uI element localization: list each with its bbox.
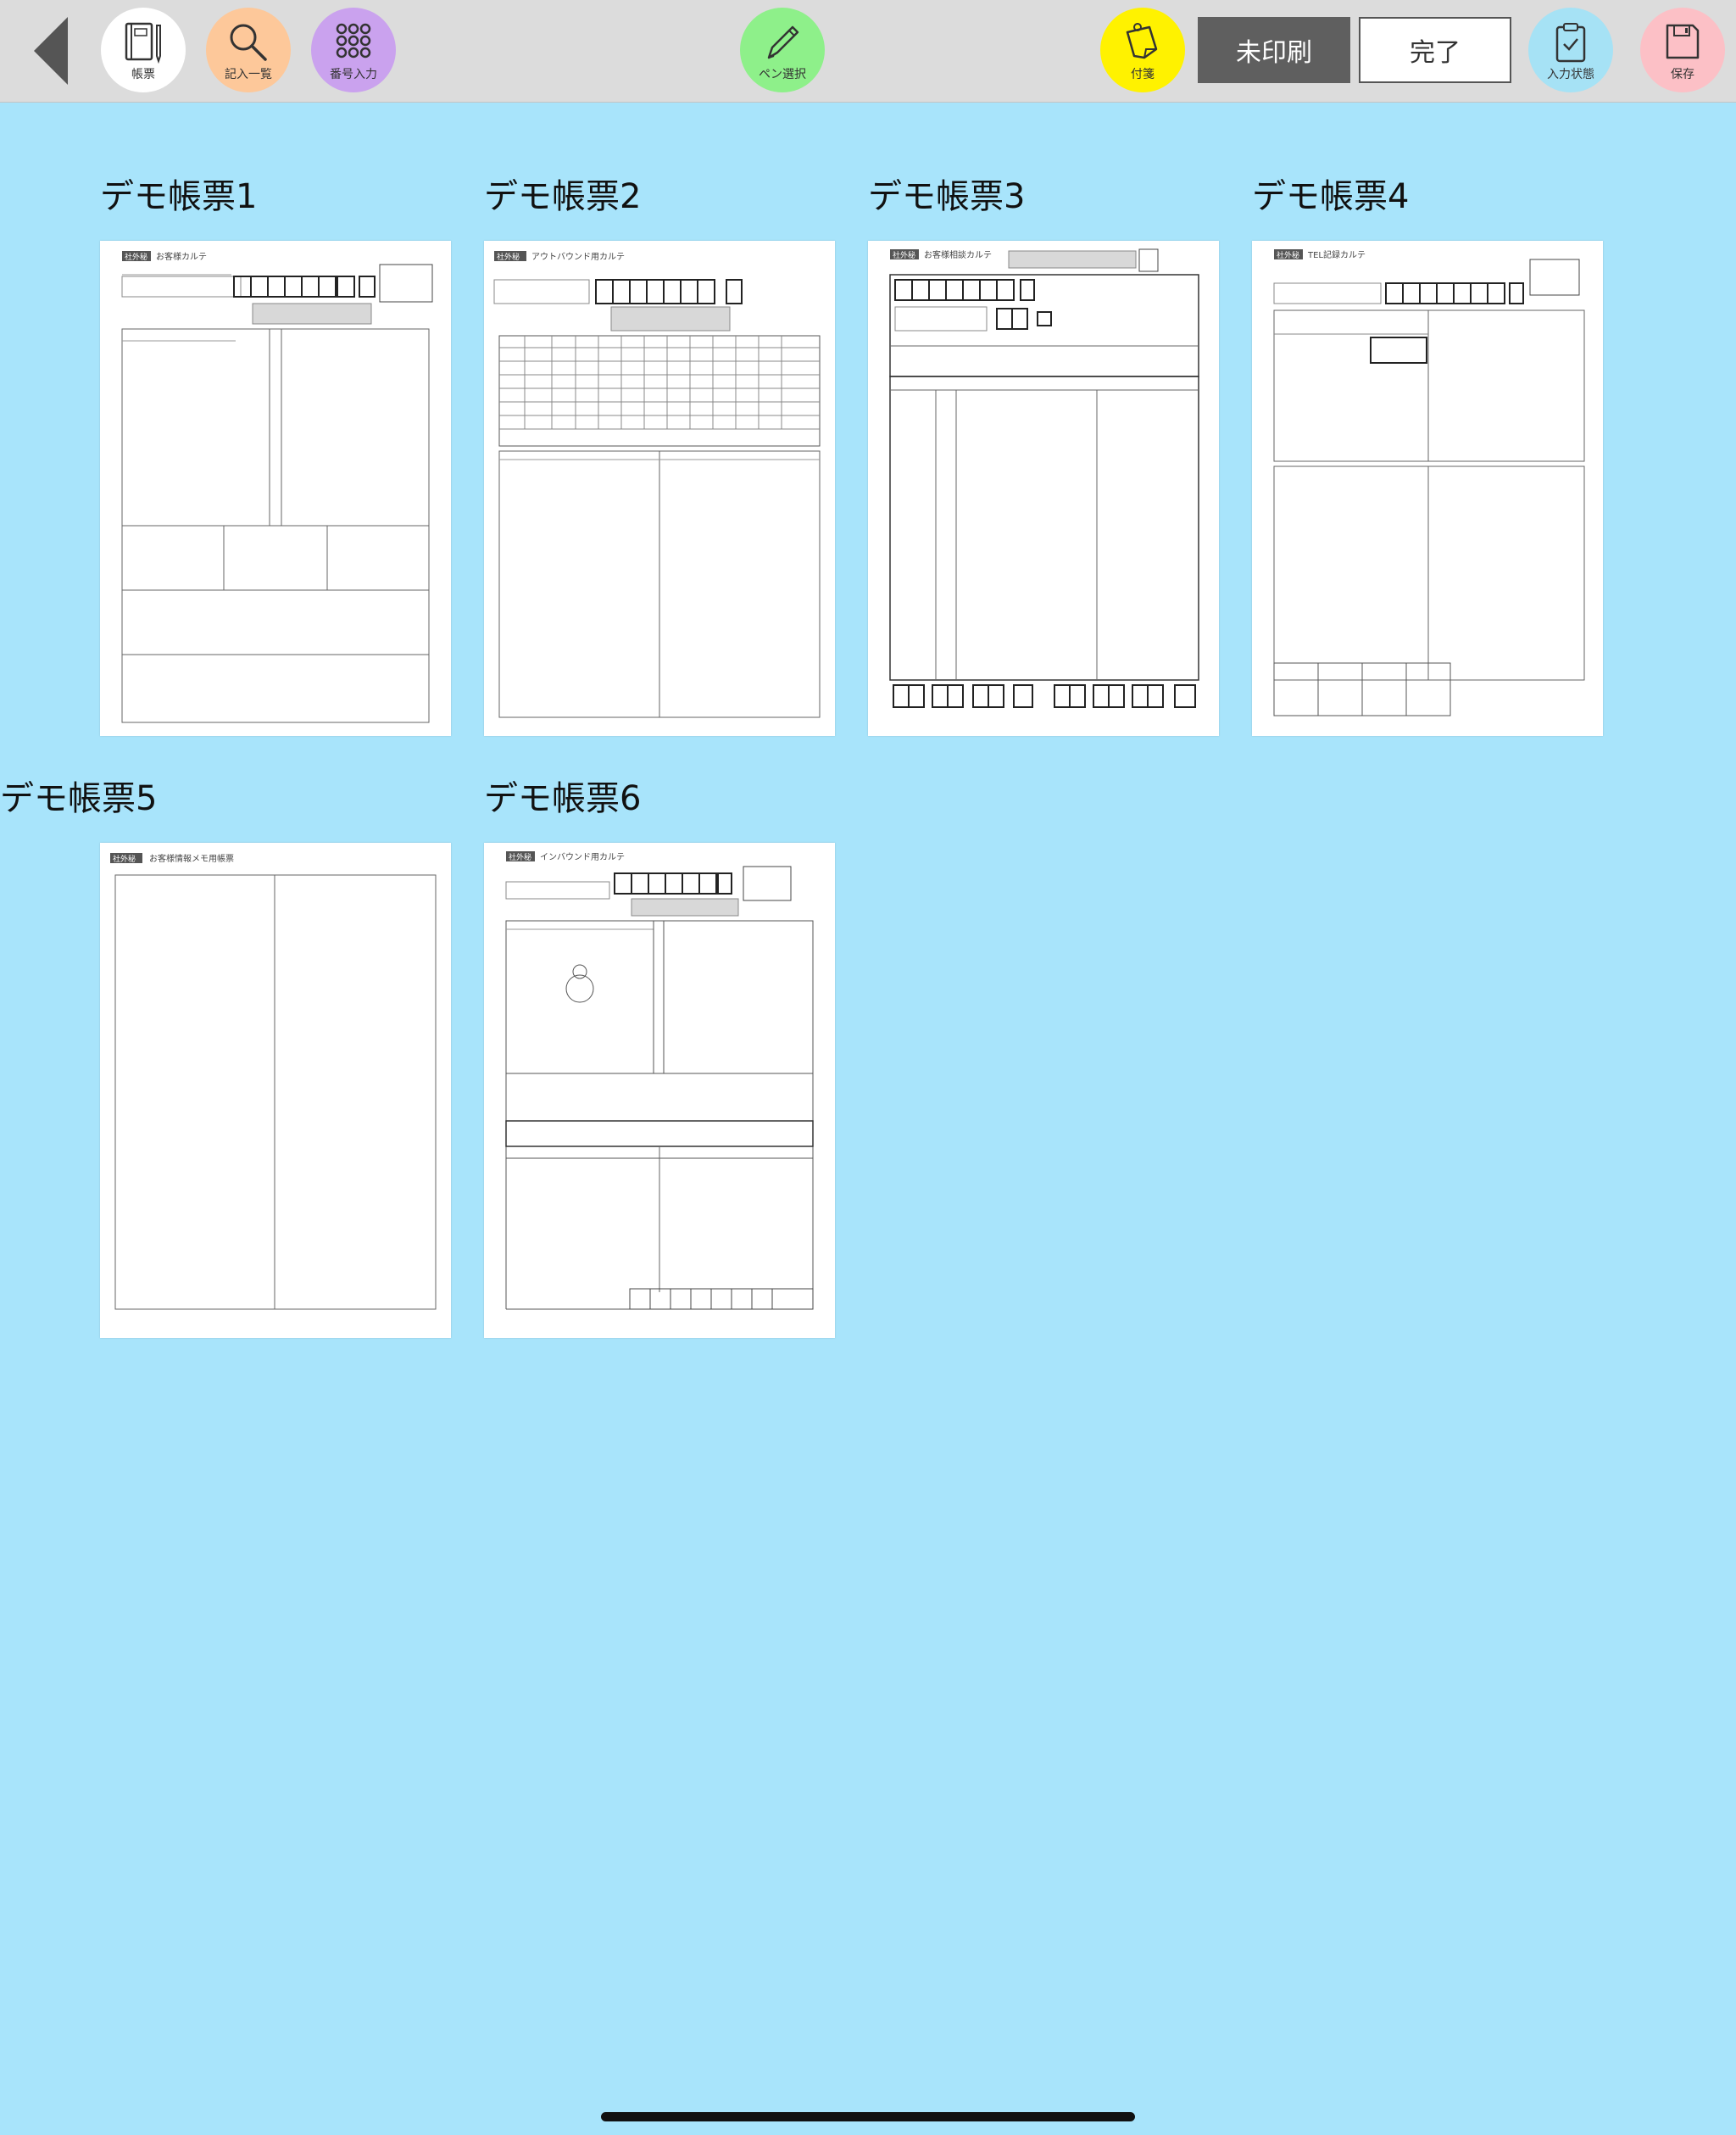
document-title-3[interactable]: デモ帳票3 [868, 176, 1025, 217]
back-triangle-icon [34, 17, 68, 85]
document-title-1[interactable]: デモ帳票1 [100, 176, 257, 217]
save-button[interactable]: 保存 [1640, 8, 1725, 92]
document-title-5[interactable]: デモ帳票5 [0, 778, 157, 819]
document-thumbnail-1[interactable]: 社外秘 お客様カルテ [100, 241, 451, 736]
document-thumbnail-4[interactable]: 社外秘 TEL記録カルテ [1252, 241, 1603, 736]
number-input-button-label: 番号入力 [330, 68, 377, 81]
svg-text:お客様情報メモ用帳票: お客様情報メモ用帳票 [149, 853, 234, 864]
pen-icon [767, 25, 799, 59]
clipboard-check-icon [1555, 23, 1586, 63]
input-status-button[interactable]: 入力状態 [1528, 8, 1613, 92]
home-indicator[interactable] [601, 2112, 1135, 2121]
entry-list-button-label: 記入一覧 [225, 68, 272, 81]
svg-text:お客様カルテ: お客様カルテ [156, 251, 207, 262]
svg-text:社外秘: 社外秘 [1277, 250, 1299, 260]
done-button[interactable]: 完了 [1359, 17, 1511, 83]
svg-text:アウトバウンド用カルテ: アウトバウンド用カルテ [531, 252, 625, 262]
pen-select-button[interactable]: ペン選択 [740, 8, 825, 92]
number-input-button[interactable]: 番号入力 [311, 8, 396, 92]
input-status-button-label: 入力状態 [1547, 68, 1594, 81]
form-button[interactable]: 帳票 [101, 8, 186, 92]
document-thumbnail-2[interactable]: 社外秘 アウトバウンド用カルテ [484, 241, 835, 736]
form-preview-5: 社外秘 お客様情報メモ用帳票 [110, 853, 437, 1310]
svg-text:社外秘: 社外秘 [893, 250, 915, 260]
svg-text:社外秘: 社外秘 [113, 854, 136, 864]
svg-text:社外秘: 社外秘 [509, 852, 531, 862]
sticky-note-button-label: 付箋 [1131, 68, 1155, 81]
top-toolbar: 帳票 記入一覧 番号入力 ペン選択 付箋 未印刷 完了 入力状態 保存 [0, 0, 1736, 103]
document-thumbnail-3[interactable]: 社外秘 お客様相談カルテ [868, 241, 1219, 736]
form-book-icon [125, 22, 161, 64]
pen-select-button-label: ペン選択 [759, 68, 806, 81]
document-thumbnail-6[interactable]: 社外秘 インバウンド用カルテ [484, 843, 835, 1338]
document-title-2[interactable]: デモ帳票2 [484, 176, 641, 217]
form-preview-4: 社外秘 TEL記録カルテ [1273, 249, 1585, 716]
svg-text:社外秘: 社外秘 [125, 252, 147, 262]
keypad-icon [336, 23, 371, 59]
back-button[interactable] [31, 17, 73, 85]
sticky-note-icon [1126, 23, 1158, 59]
document-title-6[interactable]: デモ帳票6 [484, 778, 641, 819]
search-icon [230, 24, 267, 61]
svg-text:社外秘: 社外秘 [497, 252, 520, 262]
form-preview-1: 社外秘 お客様カルテ [121, 251, 433, 723]
form-button-label: 帳票 [131, 68, 155, 81]
sticky-note-button[interactable]: 付箋 [1100, 8, 1185, 92]
save-icon [1666, 24, 1700, 59]
svg-text:TEL記録カルテ: TEL記録カルテ [1307, 249, 1366, 260]
form-preview-3: 社外秘 お客様相談カルテ [889, 248, 1199, 708]
svg-text:お客様相談カルテ: お客様相談カルテ [924, 249, 992, 260]
form-preview-6: 社外秘 インバウンド用カルテ [505, 851, 814, 1310]
svg-text:インバウンド用カルテ: インバウンド用カルテ [540, 852, 625, 862]
document-thumbnail-5[interactable]: 社外秘 お客様情報メモ用帳票 [100, 843, 451, 1338]
save-button-label: 保存 [1671, 68, 1694, 81]
document-title-4[interactable]: デモ帳票4 [1252, 176, 1409, 217]
entry-list-button[interactable]: 記入一覧 [206, 8, 291, 92]
form-preview-2: 社外秘 アウトバウンド用カルテ [493, 251, 821, 718]
unprinted-button[interactable]: 未印刷 [1198, 17, 1350, 83]
